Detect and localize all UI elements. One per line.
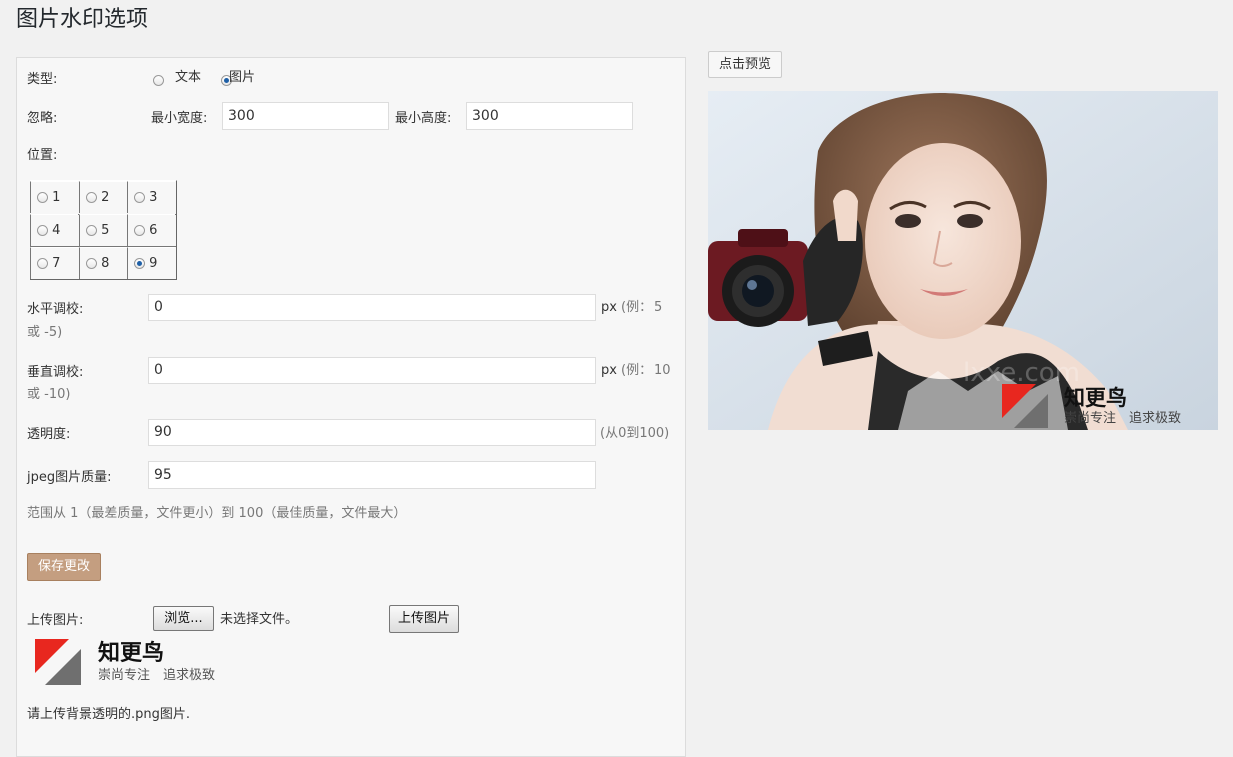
horizontal-unit: px — [601, 300, 617, 315]
type-image-label: 图片 — [229, 70, 256, 85]
position-radio-4[interactable] — [37, 225, 48, 236]
browse-button[interactable]: 浏览... — [153, 606, 214, 631]
watermark-logo-name: 知更鸟 — [98, 641, 165, 666]
page-title: 图片水印选项 — [16, 7, 149, 32]
preview-watermark-name: 知更鸟 — [1064, 386, 1127, 410]
position-cell-5[interactable]: 5 — [79, 214, 127, 246]
position-cell-label: 9 — [149, 256, 158, 271]
horizontal-hint-value: 5 — [654, 300, 663, 315]
opacity-input[interactable]: 90 — [148, 419, 596, 446]
position-radio-3[interactable] — [134, 192, 145, 203]
min-height-input[interactable]: 300 — [466, 102, 633, 130]
vertical-input[interactable]: 0 — [148, 357, 596, 384]
position-radio-7[interactable] — [37, 258, 48, 269]
vertical-hint-value: 10 — [654, 363, 671, 378]
position-cell-label: 1 — [52, 190, 61, 205]
upload-button[interactable]: 上传图片 — [389, 605, 459, 633]
position-cell-7[interactable]: 7 — [30, 247, 78, 279]
preview-watermark-slogan: 崇尚专注 追求极致 — [1064, 411, 1182, 426]
preview-photo: lxxe.com — [708, 91, 1218, 430]
jpeg-quality-label: jpeg图片质量: — [27, 470, 112, 485]
vertical-label: 垂直调校: — [27, 365, 84, 380]
upload-note: 请上传背景透明的.png图片. — [27, 707, 191, 722]
save-button[interactable]: 保存更改 — [27, 553, 101, 581]
watermark-logo-icon — [35, 639, 81, 685]
position-grid: 1 2 3 4 5 6 7 8 9 — [30, 180, 177, 280]
vertical-hint-suffix: 或 -10) — [27, 387, 71, 402]
position-label: 位置: — [27, 148, 58, 163]
position-cell-1[interactable]: 1 — [30, 181, 78, 213]
opacity-label: 透明度: — [27, 427, 71, 442]
position-cell-label: 6 — [149, 223, 158, 238]
vertical-unit: px — [601, 363, 617, 378]
horizontal-hint-suffix: 或 -5) — [27, 325, 63, 340]
position-radio-5[interactable] — [86, 225, 97, 236]
min-height-label: 最小高度: — [395, 111, 452, 126]
min-width-label: 最小宽度: — [151, 111, 208, 126]
type-text-radio[interactable] — [153, 75, 164, 86]
no-file-text: 未选择文件。 — [220, 612, 299, 627]
vertical-hint-prefix: (例： — [621, 363, 653, 378]
svg-text:lxxe.com: lxxe.com — [963, 358, 1080, 388]
position-radio-8[interactable] — [86, 258, 97, 269]
jpeg-quality-input[interactable]: 95 — [148, 461, 596, 489]
position-cell-label: 2 — [101, 190, 110, 205]
ignore-label: 忽略: — [27, 111, 58, 126]
upload-label: 上传图片: — [27, 613, 84, 628]
position-cell-4[interactable]: 4 — [30, 214, 78, 246]
position-cell-label: 8 — [101, 256, 110, 271]
horizontal-label: 水平调校: — [27, 302, 84, 317]
horizontal-hint-prefix: (例： — [621, 300, 653, 315]
position-cell-label: 5 — [101, 223, 110, 238]
position-radio-6[interactable] — [134, 225, 145, 236]
position-cell-label: 7 — [52, 256, 61, 271]
type-text-label: 文本 — [175, 70, 202, 85]
position-cell-6[interactable]: 6 — [127, 214, 175, 246]
position-radio-2[interactable] — [86, 192, 97, 203]
position-cell-label: 4 — [52, 223, 61, 238]
opacity-hint: (从0到100) — [600, 426, 670, 441]
position-radio-1[interactable] — [37, 192, 48, 203]
watermark-logo-slogan: 崇尚专注 追求极致 — [98, 668, 216, 683]
preview-image: lxxe.com 知更鸟 崇尚专注 追求极致 — [708, 91, 1218, 430]
position-cell-8[interactable]: 8 — [79, 247, 127, 279]
position-cell-label: 3 — [149, 190, 158, 205]
preview-button[interactable]: 点击预览 — [708, 51, 782, 78]
position-radio-9[interactable] — [134, 258, 145, 269]
position-cell-9[interactable]: 9 — [127, 247, 175, 279]
jpeg-quality-hint: 范围从 1（最差质量，文件更小）到 100（最佳质量，文件最大） — [27, 506, 407, 521]
type-label: 类型: — [27, 72, 58, 87]
position-cell-3[interactable]: 3 — [127, 181, 175, 213]
min-width-input[interactable]: 300 — [222, 102, 389, 130]
position-cell-2[interactable]: 2 — [79, 181, 127, 213]
horizontal-input[interactable]: 0 — [148, 294, 596, 321]
